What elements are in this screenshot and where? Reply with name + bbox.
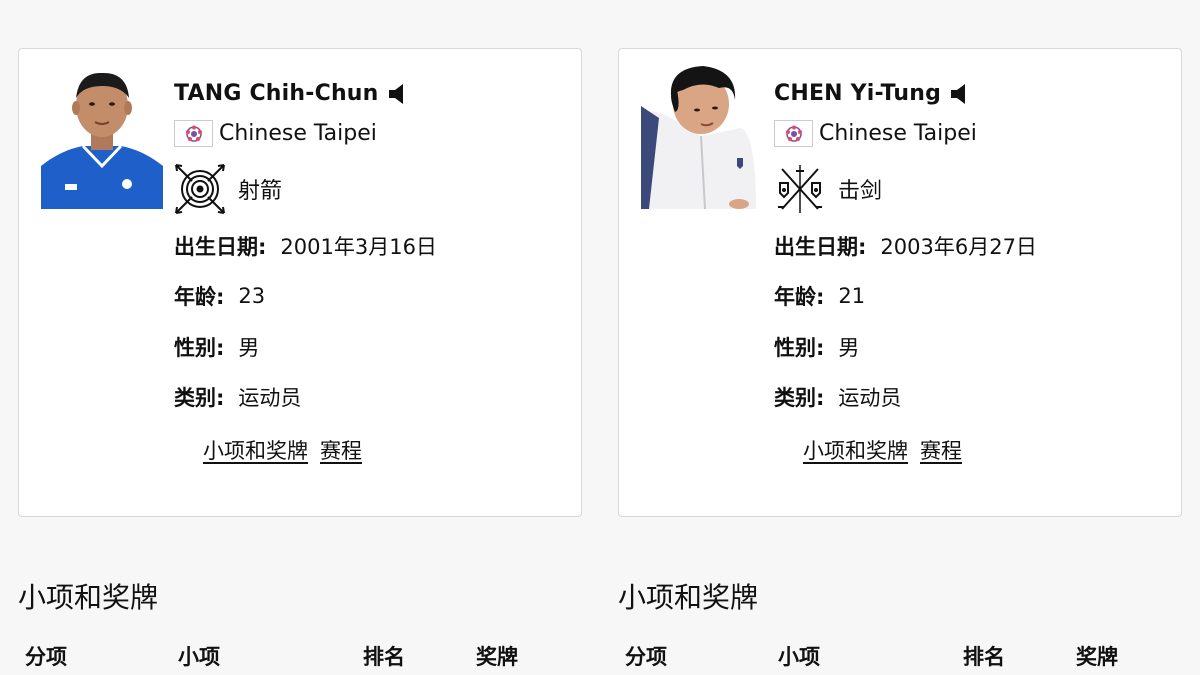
athlete-name: TANG Chih-Chun bbox=[174, 81, 379, 106]
category-value: 运动员 bbox=[838, 386, 902, 410]
events-medals-link[interactable]: 小项和奖牌 bbox=[803, 435, 908, 465]
category-label: 类别: bbox=[774, 386, 825, 410]
column-header-discipline[interactable]: 分项 bbox=[625, 641, 667, 671]
age-row: 年龄: 23 bbox=[174, 281, 265, 311]
fencing-icon bbox=[774, 163, 826, 215]
athlete-links: 小项和奖牌 赛程 bbox=[803, 435, 962, 465]
speaker-icon[interactable] bbox=[949, 82, 971, 106]
gender-label: 性别: bbox=[174, 336, 225, 360]
age-value: 23 bbox=[238, 284, 266, 308]
dob-row: 出生日期: 2001年3月16日 bbox=[174, 231, 437, 261]
category-row: 类别: 运动员 bbox=[174, 382, 301, 412]
age-label: 年龄: bbox=[174, 285, 225, 309]
athlete-photo bbox=[41, 66, 163, 209]
gender-value: 男 bbox=[838, 336, 860, 360]
column-header-rank[interactable]: 排名 bbox=[963, 641, 1005, 671]
country-row: Chinese Taipei bbox=[174, 120, 377, 147]
archery-icon bbox=[174, 163, 226, 215]
section-title: 小项和奖牌 bbox=[618, 581, 759, 614]
gender-value: 男 bbox=[238, 336, 260, 360]
gender-label: 性别: bbox=[774, 336, 825, 360]
column-header-rank[interactable]: 排名 bbox=[363, 641, 405, 671]
country-name: Chinese Taipei bbox=[819, 121, 977, 146]
column-header-discipline[interactable]: 分项 bbox=[25, 641, 67, 671]
age-row: 年龄: 21 bbox=[774, 281, 865, 311]
country-row: Chinese Taipei bbox=[774, 120, 977, 147]
age-label: 年龄: bbox=[774, 285, 825, 309]
athlete-name: CHEN Yi-Tung bbox=[774, 81, 942, 106]
dob-value: 2003年6月27日 bbox=[880, 235, 1037, 259]
dob-label: 出生日期: bbox=[774, 235, 867, 259]
schedule-link[interactable]: 赛程 bbox=[920, 435, 962, 465]
events-medals-link[interactable]: 小项和奖牌 bbox=[203, 435, 308, 465]
athlete-name-row: CHEN Yi-Tung bbox=[774, 81, 971, 106]
athlete-name-row: TANG Chih-Chun bbox=[174, 81, 409, 106]
athlete-links: 小项和奖牌 赛程 bbox=[203, 435, 362, 465]
column-header-medal[interactable]: 奖牌 bbox=[476, 641, 518, 671]
sport-row: 射箭 bbox=[174, 163, 282, 215]
gender-row: 性别: 男 bbox=[774, 332, 859, 362]
dob-value: 2001年3月16日 bbox=[280, 235, 437, 259]
sport-row: 击剑 bbox=[774, 163, 882, 215]
column-header-event[interactable]: 小项 bbox=[778, 641, 820, 671]
athlete-card-chen: CHEN Yi-Tung Chinese Taipei 击剑 出生日期: 200… bbox=[618, 48, 1182, 517]
chinese-taipei-flag-icon bbox=[174, 120, 213, 147]
category-label: 类别: bbox=[174, 386, 225, 410]
schedule-link[interactable]: 赛程 bbox=[320, 435, 362, 465]
athlete-card-tang: TANG Chih-Chun Chinese Taipei 射箭 出生日期: 2… bbox=[18, 48, 582, 517]
sport-name: 击剑 bbox=[838, 179, 883, 204]
column-header-event[interactable]: 小项 bbox=[178, 641, 220, 671]
dob-row: 出生日期: 2003年6月27日 bbox=[774, 231, 1037, 261]
sport-name: 射箭 bbox=[238, 179, 283, 204]
category-row: 类别: 运动员 bbox=[774, 382, 901, 412]
gender-row: 性别: 男 bbox=[174, 332, 259, 362]
athlete-photo bbox=[641, 66, 763, 209]
chinese-taipei-flag-icon bbox=[774, 120, 813, 147]
speaker-icon[interactable] bbox=[387, 82, 409, 106]
column-header-medal[interactable]: 奖牌 bbox=[1076, 641, 1118, 671]
category-value: 运动员 bbox=[238, 386, 302, 410]
age-value: 21 bbox=[838, 284, 866, 308]
section-title: 小项和奖牌 bbox=[18, 581, 159, 614]
dob-label: 出生日期: bbox=[174, 235, 267, 259]
country-name: Chinese Taipei bbox=[219, 121, 377, 146]
